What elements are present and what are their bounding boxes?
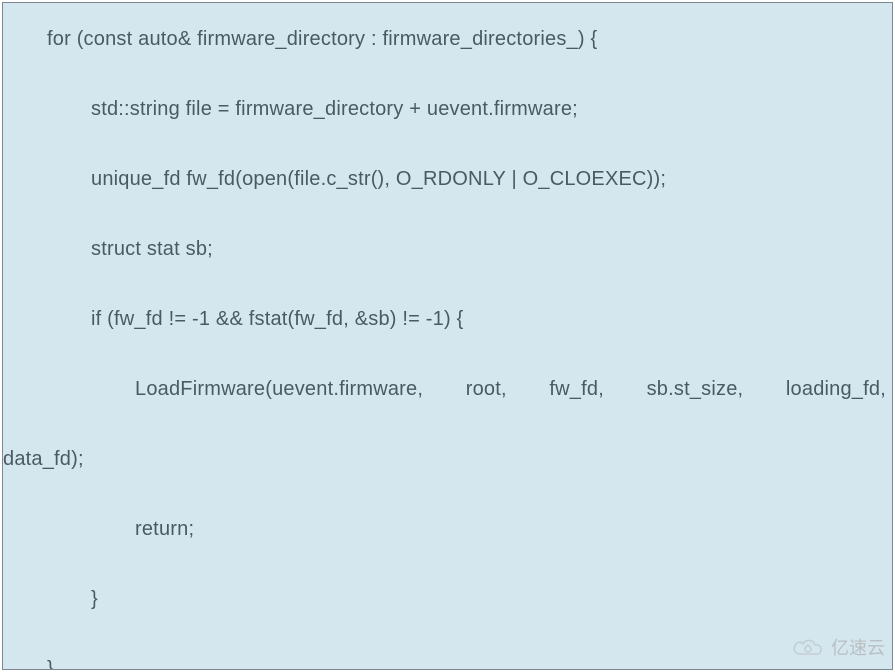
- watermark-text: 亿速云: [831, 634, 885, 660]
- watermark: 亿速云: [791, 634, 885, 660]
- code-line-justified: LoadFirmware(uevent.firmware, root, fw_f…: [3, 377, 892, 401]
- code-line: data_fd);: [3, 447, 892, 471]
- code-line: struct stat sb;: [3, 237, 892, 261]
- blank-line: [3, 121, 892, 167]
- code-line: std::string file = firmware_directory + …: [3, 97, 892, 121]
- code-line: for (const auto& firmware_directory : fi…: [3, 27, 892, 51]
- blank-line: [3, 331, 892, 377]
- blank-line: [3, 541, 892, 587]
- blank-line: [3, 401, 892, 447]
- blank-line: [3, 51, 892, 97]
- code-line: unique_fd fw_fd(open(file.c_str(), O_RDO…: [3, 167, 892, 191]
- cloud-icon: [791, 636, 825, 658]
- code-line: }: [3, 657, 892, 670]
- code-token: LoadFirmware(uevent.firmware,: [135, 377, 423, 401]
- code-token: loading_fd,: [786, 377, 886, 401]
- code-token: root,: [466, 377, 507, 401]
- blank-line: [3, 191, 892, 237]
- code-line: }: [3, 587, 892, 611]
- code-line: return;: [3, 517, 892, 541]
- code-line: if (fw_fd != -1 && fstat(fw_fd, &sb) != …: [3, 307, 892, 331]
- blank-line: [3, 471, 892, 517]
- code-token: fw_fd,: [549, 377, 604, 401]
- code-token: sb.st_size,: [647, 377, 744, 401]
- blank-line: [3, 611, 892, 657]
- blank-line: [3, 261, 892, 307]
- code-block: for (const auto& firmware_directory : fi…: [2, 2, 893, 670]
